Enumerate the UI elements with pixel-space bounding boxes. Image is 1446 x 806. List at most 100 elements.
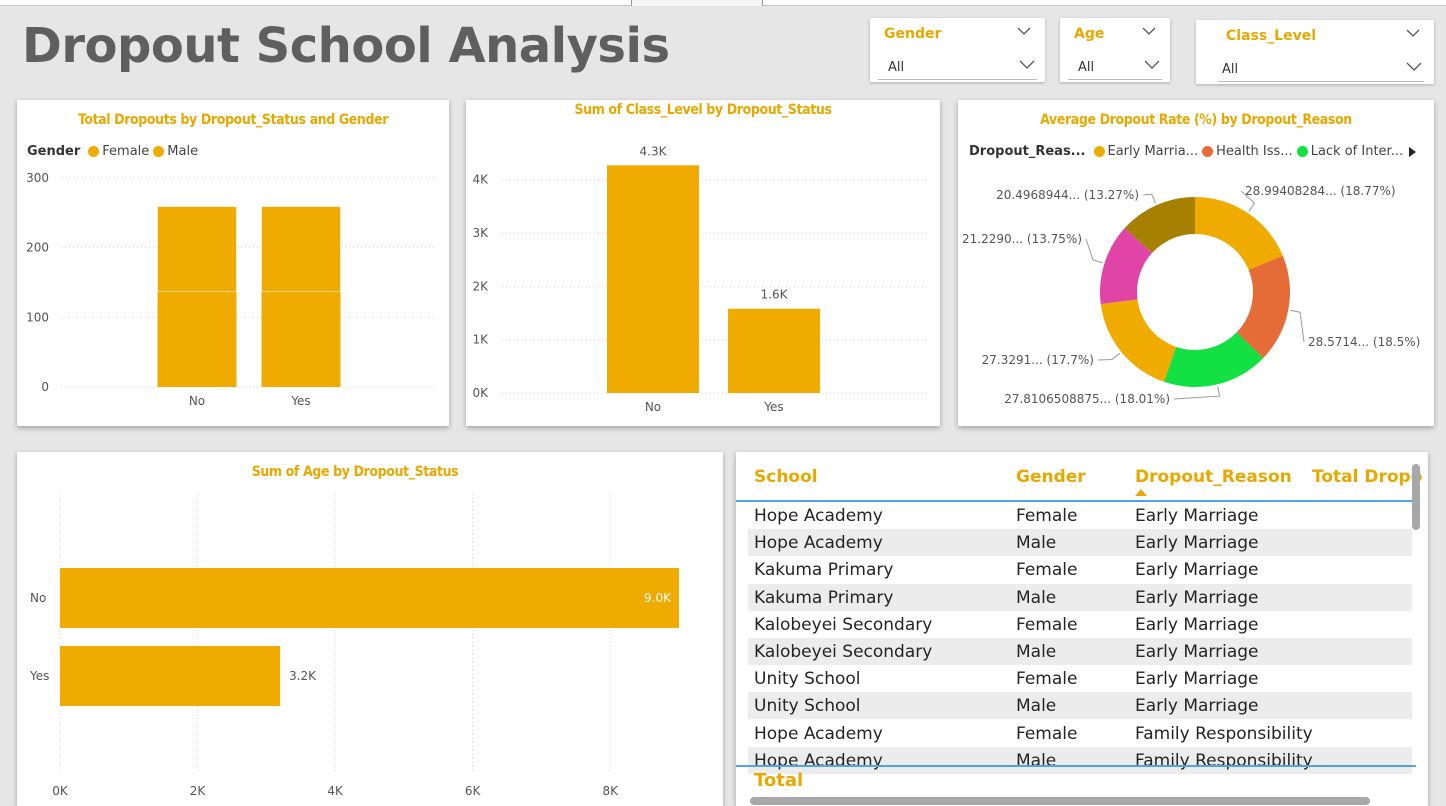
bar-male: [261, 206, 341, 292]
y-tick-label: 0K: [472, 386, 489, 400]
table-row[interactable]: Kalobeyei Secondary Female Early Marriage: [748, 611, 1412, 638]
gender-cell: Female: [1016, 614, 1078, 635]
y-tick-label: 2K: [472, 279, 489, 293]
slice-data-label: 28.99408284... (18.77%): [1245, 184, 1396, 198]
x-tick-label: Yes: [290, 394, 310, 408]
dropout-reason-cell: Early Marriage: [1135, 669, 1259, 690]
dropout-table[interactable]: School Gender Dropout_Reason Total Dropo…: [736, 452, 1428, 806]
school-cell: Kakuma Primary: [754, 560, 894, 581]
dropout-reason-cell: Early Marriage: [1135, 696, 1259, 717]
page-tab[interactable]: [631, 0, 763, 6]
class-level-slicer[interactable]: Class_Level All: [1196, 20, 1434, 84]
school-cell: Unity School: [754, 696, 861, 717]
y-tick-label: 100: [26, 310, 49, 324]
y-tick-label: No: [30, 591, 46, 605]
class-level-slicer-label: Class_Level: [1226, 28, 1317, 44]
chevron-down-icon[interactable]: [1406, 27, 1420, 39]
leader-line: [1290, 309, 1305, 343]
school-cell: Hope Academy: [754, 506, 883, 526]
column-header-school[interactable]: School: [754, 467, 818, 487]
table-row[interactable]: Hope Academy Female Early Marriage: [748, 502, 1412, 529]
age-chart-card[interactable]: Sum of Age by Dropout_Status 0K 2K 4K 6K 8K N…: [17, 452, 723, 806]
bar-female: [261, 291, 341, 387]
dropout-reason-cell: Early Marriage: [1135, 533, 1259, 554]
column-header-dropout-reason[interactable]: Dropout_Reason: [1135, 467, 1292, 487]
age-slicer-label: Age: [1074, 26, 1105, 42]
x-tick-label: Yes: [763, 400, 783, 414]
gender-dropdown[interactable]: All: [878, 52, 1037, 80]
x-tick-label: 4K: [327, 784, 344, 798]
bar: [728, 308, 820, 393]
gender-cell: Male: [1016, 696, 1057, 717]
slice-data-label: 27.3291... (17.7%): [982, 353, 1094, 367]
class-level-plot: 0K 1K 2K 3K 4K 4.3K No 1.6K Yes: [472, 144, 928, 414]
school-cell: Kakuma Primary: [754, 587, 894, 608]
dropout-reason-cell: Early Marriage: [1135, 642, 1259, 662]
school-cell: Unity School: [754, 669, 861, 690]
age-dropdown-value: All: [1078, 60, 1095, 75]
gender-cell: Female: [1016, 723, 1078, 744]
leader-line: [1173, 386, 1221, 400]
total-dropouts-chart-card[interactable]: Total Dropouts by Dropout_Status and Gen…: [17, 100, 449, 426]
x-tick-label: 2K: [190, 784, 207, 798]
chevron-down-icon[interactable]: [1017, 25, 1031, 37]
school-cell: Kalobeyei Secondary: [754, 614, 933, 635]
column-header-total-dropouts[interactable]: Total Dropo: [1312, 467, 1422, 487]
sort-ascending-icon: [1135, 489, 1147, 496]
bar: [607, 165, 699, 393]
column-header-gender[interactable]: Gender: [1016, 467, 1086, 487]
y-tick-label: 200: [26, 241, 49, 255]
slice-data-label: 28.5714... (18.5%): [1308, 335, 1420, 349]
leader-line: [1085, 238, 1103, 264]
y-tick-label: 1K: [472, 333, 489, 347]
y-tick-label: Yes: [29, 669, 49, 683]
dropout-rate-plot: 28.99408284... (18.77%) 28.5714... (18.5%…: [962, 184, 1420, 406]
gender-cell: Female: [1016, 506, 1078, 526]
age-plot: 0K 2K 4K 6K 8K No 9.0K Yes 3.2K: [29, 494, 679, 798]
data-label: 1.6K: [761, 288, 789, 302]
x-tick-label: 8K: [602, 784, 619, 798]
gender-cell: Female: [1016, 560, 1078, 581]
table-row[interactable]: Unity School Female Early Marriage: [748, 665, 1412, 692]
class-level-chart-card[interactable]: Sum of Class_Level by Dropout_Status 0K 1…: [466, 100, 940, 426]
age-dropdown[interactable]: All: [1068, 52, 1162, 80]
slice-data-label: 21.2290... (13.75%): [962, 232, 1082, 246]
bar-female: [157, 291, 237, 387]
table-row[interactable]: Hope Academy Male Early Marriage: [748, 529, 1412, 557]
table-row[interactable]: Hope Academy Female Family Responsibility: [748, 720, 1412, 747]
page-title: Dropout School Analysis: [22, 18, 670, 74]
table-row[interactable]: Kakuma Primary Female Early Marriage: [748, 556, 1412, 583]
dropout-reason-cell: Early Marriage: [1135, 587, 1259, 608]
class-level-dropdown[interactable]: All: [1218, 54, 1424, 82]
dropout-reason-cell: Early Marriage: [1135, 560, 1259, 581]
data-label: 4.3K: [640, 144, 668, 158]
table-row[interactable]: Unity School Male Early Marriage: [748, 692, 1412, 720]
gender-cell: Male: [1016, 533, 1057, 554]
school-cell: Kalobeyei Secondary: [754, 642, 933, 662]
chevron-down-icon[interactable]: [1142, 25, 1156, 37]
chevron-down-icon: [1019, 60, 1035, 69]
vertical-scrollbar[interactable]: [1412, 464, 1420, 530]
bar: [60, 568, 679, 628]
gender-slicer-label: Gender: [884, 26, 942, 42]
school-cell: Hope Academy: [754, 723, 883, 744]
gender-slicer[interactable]: Gender All: [870, 18, 1045, 82]
dropout-rate-chart-card[interactable]: Average Dropout Rate (%) by Dropout_Reas…: [958, 100, 1434, 426]
table-row[interactable]: Kalobeyei Secondary Male Early Marriage: [748, 638, 1412, 665]
school-cell: Hope Academy: [754, 533, 883, 554]
dropout-reason-cell: Early Marriage: [1135, 614, 1259, 635]
donut-slice: [1195, 197, 1283, 270]
table-row[interactable]: Kakuma Primary Male Early Marriage: [748, 583, 1412, 611]
bar: [60, 646, 281, 706]
slice-data-label: 27.8106508875... (18.01%): [1004, 392, 1170, 406]
data-label: 3.2K: [289, 669, 317, 683]
x-tick-label: 0K: [52, 784, 69, 798]
leader-line: [1142, 193, 1157, 204]
x-tick-label: 6K: [465, 784, 482, 798]
y-tick-label: 3K: [472, 226, 489, 240]
y-tick-label: 300: [26, 171, 49, 185]
age-slicer[interactable]: Age All: [1060, 18, 1170, 82]
dropout-reason-cell: Family Responsibility: [1135, 723, 1313, 744]
class-level-dropdown-value: All: [1222, 62, 1239, 77]
horizontal-scrollbar[interactable]: [750, 797, 1370, 805]
